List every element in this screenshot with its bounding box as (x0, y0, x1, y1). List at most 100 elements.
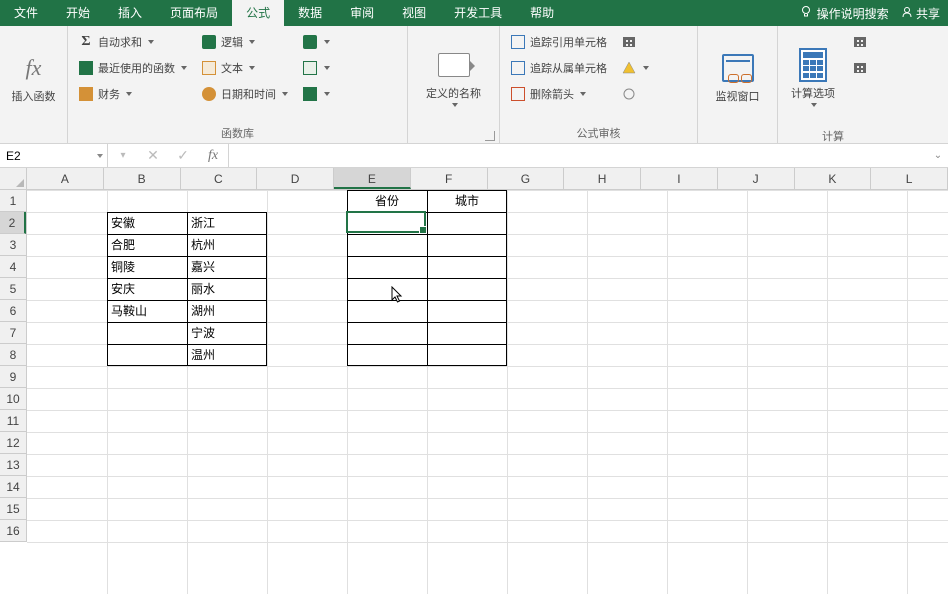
lookup-icon (302, 34, 318, 50)
spreadsheet-grid[interactable]: ABCDEFGHIJKL 12345678910111213141516 安徽浙… (0, 168, 948, 594)
trace-precedents-button[interactable]: 追踪引用单元格 (506, 30, 611, 54)
recent-functions-button[interactable]: 最近使用的函数 (74, 56, 191, 80)
menu-tab-3[interactable]: 页面布局 (156, 0, 232, 26)
text-icon (201, 60, 217, 76)
cell-C7[interactable]: 宁波 (187, 322, 267, 344)
row-header-10[interactable]: 10 (0, 388, 26, 410)
row-header-7[interactable]: 7 (0, 322, 26, 344)
menu-tab-7[interactable]: 视图 (388, 0, 440, 26)
calc-group-label: 计算 (778, 128, 888, 146)
row-header-11[interactable]: 11 (0, 410, 26, 432)
row-header-6[interactable]: 6 (0, 300, 26, 322)
chevron-down-icon (643, 66, 649, 70)
menu-tab-4[interactable]: 公式 (232, 0, 284, 26)
row-header-8[interactable]: 8 (0, 344, 26, 366)
share-label: 共享 (916, 7, 940, 21)
trace-dependents-button[interactable]: 追踪从属单元格 (506, 56, 611, 80)
cell-F1[interactable]: 城市 (427, 190, 507, 212)
cell-C2[interactable]: 浙江 (187, 212, 267, 234)
evaluate-formula-button[interactable] (617, 82, 653, 106)
row-header-13[interactable]: 13 (0, 454, 26, 476)
insert-function-button[interactable]: fx 插入函数 (6, 30, 61, 124)
col-header-G[interactable]: G (488, 168, 565, 189)
col-header-E[interactable]: E (334, 168, 411, 189)
name-box[interactable]: E2 (0, 144, 108, 167)
insert-function-label: 插入函数 (12, 88, 56, 104)
cell-B6[interactable]: 马鞍山 (107, 300, 187, 322)
menu-tab-8[interactable]: 开发工具 (440, 0, 516, 26)
calc-now-button[interactable] (848, 30, 872, 54)
chevron-down-icon (181, 66, 187, 70)
row-header-1[interactable]: 1 (0, 190, 26, 212)
tell-me-search[interactable]: 操作说明搜索 (799, 5, 889, 22)
row-header-4[interactable]: 4 (0, 256, 26, 278)
mouse-cursor-icon (391, 286, 405, 307)
enter-button[interactable]: ✓ (168, 144, 198, 168)
menu-tab-0[interactable]: 文件 (0, 0, 52, 26)
ribbon: fx 插入函数 Σ自动求和 最近使用的函数 财务 逻辑 文本 日期和时间 (0, 26, 948, 144)
col-header-B[interactable]: B (104, 168, 181, 189)
text-button[interactable]: 文本 (197, 56, 292, 80)
cell-E1[interactable]: 省份 (347, 190, 427, 212)
cell-C8[interactable]: 温州 (187, 344, 267, 366)
cell-B4[interactable]: 铜陵 (107, 256, 187, 278)
chevron-down-icon (580, 92, 586, 96)
cell-B5[interactable]: 安庆 (107, 278, 187, 300)
autosum-button[interactable]: Σ自动求和 (74, 30, 191, 54)
expand-formula-bar-button[interactable]: ⌄ (928, 144, 948, 167)
col-header-L[interactable]: L (871, 168, 948, 189)
col-header-D[interactable]: D (257, 168, 334, 189)
chevron-down-icon (97, 154, 103, 158)
col-header-A[interactable]: A (27, 168, 104, 189)
row-header-16[interactable]: 16 (0, 520, 26, 542)
remove-arrows-button[interactable]: 删除箭头 (506, 82, 611, 106)
define-names-button[interactable]: 定义的名称 (422, 30, 486, 124)
cell-B2[interactable]: 安徽 (107, 212, 187, 234)
row-header-15[interactable]: 15 (0, 498, 26, 520)
cell-C3[interactable]: 杭州 (187, 234, 267, 256)
cells-container[interactable]: 安徽浙江合肥杭州铜陵嘉兴安庆丽水马鞍山湖州宁波温州 省份城市 (27, 190, 948, 594)
row-header-14[interactable]: 14 (0, 476, 26, 498)
menu-tab-6[interactable]: 审阅 (336, 0, 388, 26)
col-header-H[interactable]: H (564, 168, 641, 189)
show-formulas-button[interactable] (617, 30, 653, 54)
dialog-launcher-icon[interactable] (485, 131, 495, 141)
datetime-button[interactable]: 日期和时间 (197, 82, 292, 106)
calc-sheet-button[interactable] (848, 56, 872, 80)
row-header-5[interactable]: 5 (0, 278, 26, 300)
error-checking-button[interactable] (617, 56, 653, 80)
col-header-F[interactable]: F (411, 168, 488, 189)
lookup-button[interactable] (298, 30, 334, 54)
cell-B3[interactable]: 合肥 (107, 234, 187, 256)
col-header-J[interactable]: J (718, 168, 795, 189)
cell-C5[interactable]: 丽水 (187, 278, 267, 300)
financial-button[interactable]: 财务 (74, 82, 191, 106)
more-functions-button[interactable] (298, 82, 334, 106)
menu-tab-1[interactable]: 开始 (52, 0, 104, 26)
cell-C6[interactable]: 湖州 (187, 300, 267, 322)
logical-button[interactable]: 逻辑 (197, 30, 292, 54)
insert-function-small-button[interactable]: fx (198, 144, 228, 168)
col-header-K[interactable]: K (795, 168, 872, 189)
chevron-down-icon (282, 92, 288, 96)
menu-tab-5[interactable]: 数据 (284, 0, 336, 26)
col-header-I[interactable]: I (641, 168, 718, 189)
share-button[interactable]: 共享 (901, 5, 940, 22)
menu-tab-9[interactable]: 帮助 (516, 0, 568, 26)
row-header-2[interactable]: 2 (0, 212, 26, 234)
functions-dropdown-button[interactable]: ▾ (108, 144, 138, 168)
formula-input[interactable] (229, 144, 928, 167)
cancel-button[interactable]: ✕ (138, 144, 168, 168)
calc-options-button[interactable]: 计算选项 (784, 30, 842, 124)
row-header-3[interactable]: 3 (0, 234, 26, 256)
col-header-C[interactable]: C (181, 168, 258, 189)
select-all-button[interactable] (0, 168, 27, 190)
watch-window-button[interactable]: 监视窗口 (706, 30, 770, 124)
row-header-12[interactable]: 12 (0, 432, 26, 454)
row-header-9[interactable]: 9 (0, 366, 26, 388)
chevron-down-icon (811, 103, 817, 107)
menu-tab-2[interactable]: 插入 (104, 0, 156, 26)
math-button[interactable] (298, 56, 334, 80)
name-box-value: E2 (6, 149, 21, 163)
cell-C4[interactable]: 嘉兴 (187, 256, 267, 278)
